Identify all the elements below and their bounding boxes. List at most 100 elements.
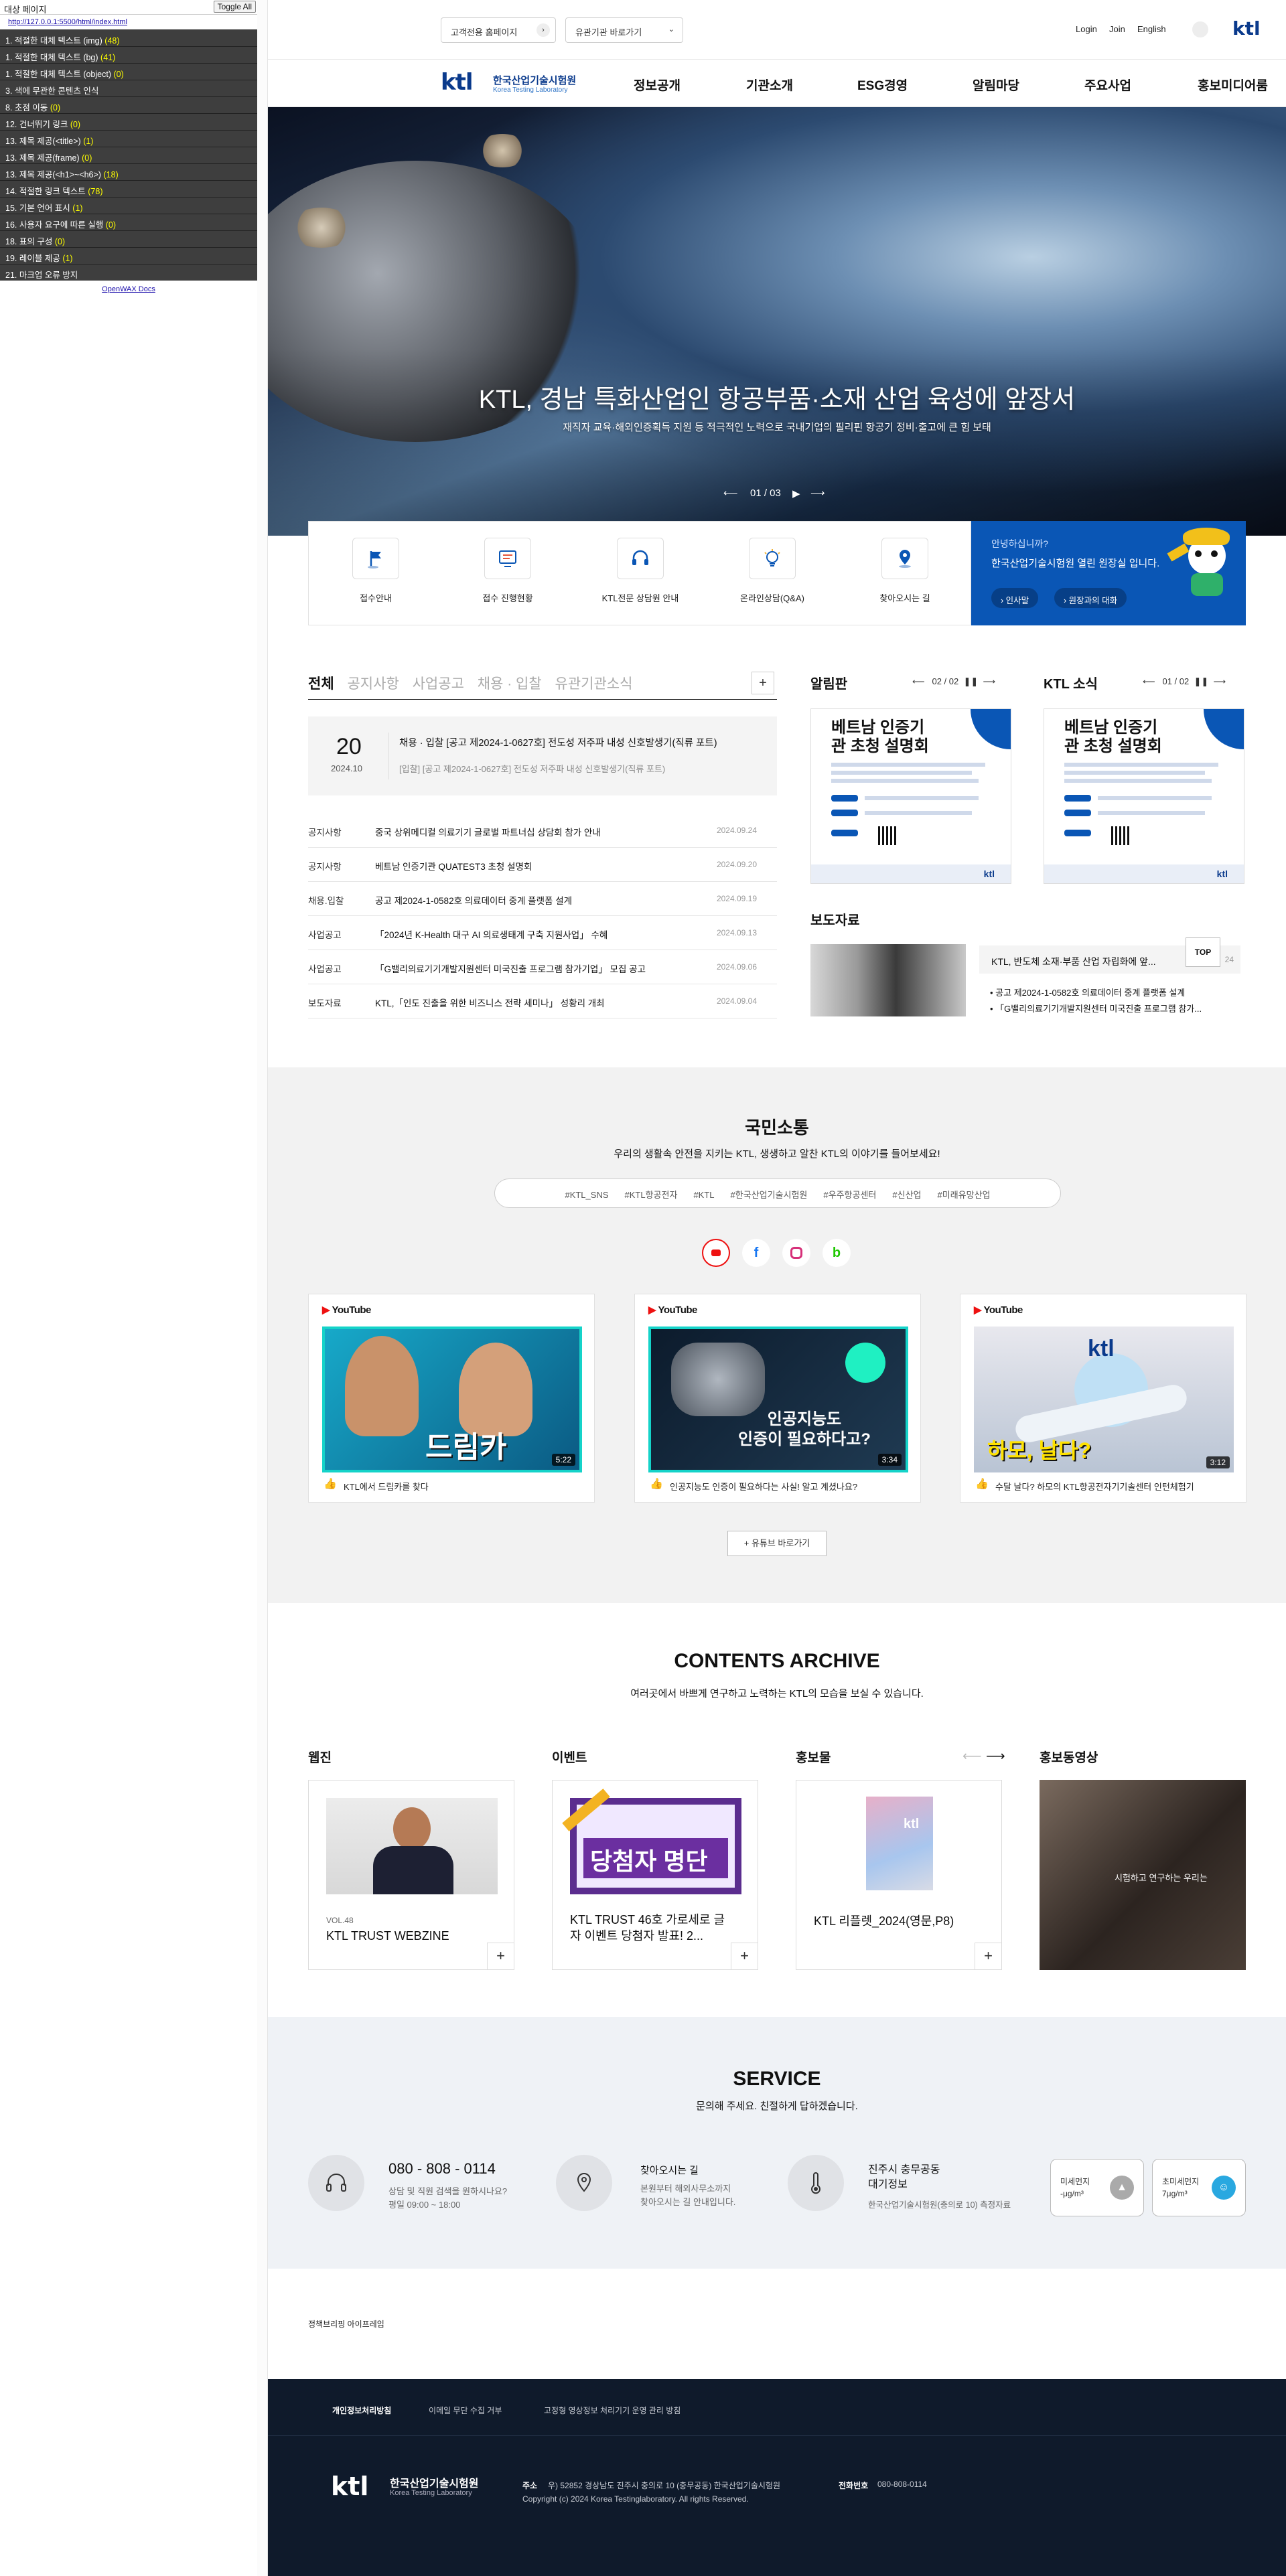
blog-icon[interactable]: b bbox=[823, 1239, 851, 1267]
news-row[interactable]: 보도자료 KTL,「인도 진출을 위한 비즈니스 전략 세미나」 성황리 개최 20… bbox=[308, 985, 777, 1018]
news-row[interactable]: 사업공고 「2024년 K-Health 대구 AI 의료생태계 구축 지원사업」… bbox=[308, 917, 777, 950]
next-arrow-icon[interactable]: ⟶ bbox=[986, 1748, 1005, 1764]
hashtag-link[interactable]: #우주항공센터 bbox=[823, 1190, 876, 1200]
archive-cat-print[interactable]: 홍보물 bbox=[796, 1748, 831, 1766]
menu-info[interactable]: 정보공개 bbox=[634, 76, 681, 94]
play-icon[interactable]: ▶ bbox=[792, 487, 800, 500]
openwax-docs-link[interactable]: OpenWAX Docs bbox=[0, 281, 257, 307]
customer-site-button[interactable]: 고객전용 홈페이지 › bbox=[441, 17, 556, 43]
a11y-check-item[interactable]: 3. 색에 무관한 콘텐츠 인식 bbox=[0, 80, 257, 96]
archive-card-event[interactable]: 당첨자 명단 KTL TRUST 46호 가로세로 글자 이벤트 당첨자 발표!… bbox=[552, 1780, 758, 1970]
prev-arrow-icon[interactable]: ⟵ bbox=[723, 487, 738, 499]
pause-icon[interactable]: ❚❚ bbox=[1194, 676, 1208, 686]
footer-link-email[interactable]: 이메일 무단 수집 거부 bbox=[429, 2405, 502, 2416]
news-more-button[interactable]: + bbox=[752, 672, 774, 694]
news-row[interactable]: 공지사항 중국 상위메디컬 의료기기 글로벌 파트너십 상담회 참가 안내 2024… bbox=[308, 814, 777, 848]
tab-all[interactable]: 전체 bbox=[308, 676, 334, 692]
top-button[interactable]: TOP bbox=[1186, 937, 1220, 967]
add-icon[interactable]: + bbox=[975, 1943, 1001, 1969]
next-arrow-icon[interactable]: ⟶ bbox=[810, 487, 825, 499]
a11y-check-item[interactable]: 21. 마크업 오류 방지 bbox=[0, 264, 257, 281]
quick-reception[interactable]: 접수안내 bbox=[322, 538, 429, 604]
menu-business[interactable]: 주요사업 bbox=[1084, 76, 1131, 94]
tab-business[interactable]: 사업공고 bbox=[413, 676, 464, 692]
add-icon[interactable]: + bbox=[487, 1943, 514, 1969]
archive-cat-video[interactable]: 홍보동영상 bbox=[1040, 1748, 1098, 1766]
a11y-check-item[interactable]: 16. 사용자 요구에 따른 실행 (0) bbox=[0, 214, 257, 230]
panel-scrollbar[interactable] bbox=[257, 0, 268, 2576]
news-row[interactable]: 채용.입찰 공고 제2024-1-0582호 의료데이터 중계 플랫폼 설계 202… bbox=[308, 883, 777, 916]
thumbs-up-icon[interactable]: 👍 bbox=[324, 1477, 337, 1491]
a11y-check-item[interactable]: 13. 제목 제공(frame) (0) bbox=[0, 147, 257, 163]
youtube-icon[interactable] bbox=[702, 1239, 730, 1267]
site-logo[interactable]: ktl 한국산업기술시험원 Korea Testing Laboratory bbox=[441, 69, 588, 98]
footer-link-cctv[interactable]: 고정형 영상정보 처리기기 운영 관리 방침 bbox=[544, 2405, 681, 2416]
ktl-news-poster[interactable]: 베트남 인증기관 초청 설명회 ktl bbox=[1044, 708, 1244, 884]
a11y-check-item[interactable]: 1. 적절한 대체 텍스트 (bg) (41) bbox=[0, 46, 257, 63]
a11y-check-item[interactable]: 19. 레이블 제공 (1) bbox=[0, 247, 257, 264]
footer-link-privacy[interactable]: 개인정보처리방침 bbox=[332, 2405, 391, 2416]
thumbs-up-icon[interactable]: 👍 bbox=[975, 1477, 989, 1491]
alerts-poster[interactable]: 베트남 인증기관 초청 설명회 ktl bbox=[810, 708, 1011, 884]
video-card[interactable]: ▶ YouTube 인공지능도 인증이 필요하다고? 3:34 👍 인공지능도 … bbox=[634, 1294, 921, 1503]
directions-title[interactable]: 찾아오시는 길 bbox=[640, 2163, 699, 2177]
menu-esg[interactable]: ESG경영 bbox=[857, 76, 908, 94]
next-arrow-icon[interactable]: ⟶ bbox=[1214, 676, 1226, 686]
press-thumbnail[interactable] bbox=[810, 944, 966, 1016]
a11y-check-item[interactable]: 13. 제목 제공(<h1>~<h6>) (18) bbox=[0, 163, 257, 180]
quick-progress[interactable]: 접수 진행현황 bbox=[454, 538, 561, 604]
a11y-check-item[interactable]: 1. 적절한 대체 텍스트 (object) (0) bbox=[0, 63, 257, 80]
greeting-button[interactable]: › 인사말 bbox=[991, 588, 1039, 608]
news-row[interactable]: 사업공고 「G밸리의료기기개발지원센터 미국진출 프로그램 참가기업」 모집 공고… bbox=[308, 951, 777, 984]
related-sites-select[interactable]: 유관기관 바로가기 ⌄ bbox=[565, 17, 683, 43]
pause-icon[interactable]: ❚❚ bbox=[963, 676, 978, 686]
hashtag-link[interactable]: #한국산업기술시험원 bbox=[731, 1190, 808, 1200]
archive-card-video[interactable]: 시험하고 연구하는 우리는 bbox=[1040, 1780, 1246, 1970]
quick-qna[interactable]: 온라인상담(Q&A) bbox=[719, 538, 826, 604]
archive-card-webzine[interactable]: VOL.48 KTL TRUST WEBZINE + bbox=[308, 1780, 514, 1970]
video-card[interactable]: ▶ YouTube ktl 하모, 날다? 3:12 👍 수달 날다? 하모의 … bbox=[960, 1294, 1246, 1503]
toggle-all-button[interactable]: Toggle All bbox=[213, 1, 256, 13]
archive-cat-event[interactable]: 이벤트 bbox=[552, 1748, 587, 1766]
tab-related[interactable]: 유관기관소식 bbox=[555, 676, 633, 692]
hashtag-link[interactable]: #미래유망산업 bbox=[938, 1190, 991, 1200]
phone-number[interactable]: 080 - 808 - 0114 bbox=[388, 2160, 496, 2178]
header-logo-mark[interactable]: ktl bbox=[1232, 17, 1261, 40]
a11y-page-url[interactable]: http://127.0.0.1:5500/html/index.html bbox=[0, 15, 257, 29]
hero-slider[interactable]: KTL, 경남 특화산업인 항공부품·소재 산업 육성에 앞장서 재직자 교육·… bbox=[268, 107, 1286, 536]
a11y-check-item[interactable]: 14. 적절한 링크 텍스트 (78) bbox=[0, 180, 257, 197]
archive-cat-webzine[interactable]: 웹진 bbox=[308, 1748, 332, 1766]
instagram-icon[interactable] bbox=[782, 1239, 810, 1267]
video-card[interactable]: ▶ YouTube 드림카 5:22 👍 KTL에서 드림카를 찾다 bbox=[308, 1294, 595, 1503]
menu-about[interactable]: 기관소개 bbox=[746, 76, 793, 94]
login-link[interactable]: Login bbox=[1076, 24, 1097, 34]
a11y-check-item[interactable]: 1. 적절한 대체 텍스트 (img) (48) bbox=[0, 29, 257, 46]
prev-arrow-icon[interactable]: ⟵ bbox=[1143, 676, 1155, 686]
tab-notice[interactable]: 공지사항 bbox=[347, 676, 399, 692]
quick-counselor[interactable]: KTL전문 상담원 안내 bbox=[587, 538, 694, 604]
tab-recruit[interactable]: 채용 · 입찰 bbox=[478, 676, 542, 692]
a11y-check-item[interactable]: 8. 초점 이동 (0) bbox=[0, 96, 257, 113]
a11y-check-item[interactable]: 18. 표의 구성 (0) bbox=[0, 230, 257, 247]
prev-arrow-icon[interactable]: ⟵ bbox=[912, 676, 925, 686]
hashtag-link[interactable]: #KTL_SNS bbox=[565, 1190, 608, 1200]
news-row[interactable]: 공지사항 베트남 인증기관 QUATEST3 초청 설명회 2024.09.20 bbox=[308, 848, 777, 882]
thumbs-up-icon[interactable]: 👍 bbox=[650, 1477, 663, 1491]
youtube-more-button[interactable]: + 유튜브 바로가기 bbox=[727, 1531, 827, 1556]
facebook-icon[interactable]: f bbox=[742, 1239, 770, 1267]
talk-to-director-button[interactable]: › 원장과의 대화 bbox=[1054, 588, 1127, 608]
hashtag-link[interactable]: #KTL항공전자 bbox=[625, 1190, 678, 1200]
a11y-check-item[interactable]: 15. 기본 언어 표시 (1) bbox=[0, 197, 257, 214]
hashtag-link[interactable]: #신산업 bbox=[892, 1190, 921, 1200]
archive-card-print[interactable]: ktl KTL 리플렛_2024(영문,P8) + bbox=[796, 1780, 1002, 1970]
featured-news[interactable]: 20 2024.10 채용 · 입찰 [공고 제2024-1-0627호] 전도… bbox=[308, 716, 777, 795]
a11y-check-item[interactable]: 13. 제목 제공(<title>) (1) bbox=[0, 130, 257, 147]
add-icon[interactable]: + bbox=[731, 1943, 758, 1969]
press-item[interactable]: • 공고 제2024-1-0582호 의료데이터 중계 플랫폼 설계 bbox=[990, 986, 1185, 998]
join-link[interactable]: Join bbox=[1109, 24, 1125, 34]
hashtag-link[interactable]: #KTL bbox=[693, 1190, 714, 1200]
menu-media[interactable]: 홍보미디어룸 bbox=[1198, 76, 1268, 94]
search-icon[interactable] bbox=[1192, 21, 1208, 37]
press-item[interactable]: • 「G밸리의료기기개발지원센터 미국진출 프로그램 참가... bbox=[990, 1002, 1202, 1014]
prev-arrow-icon[interactable]: ⟵ bbox=[962, 1748, 982, 1764]
